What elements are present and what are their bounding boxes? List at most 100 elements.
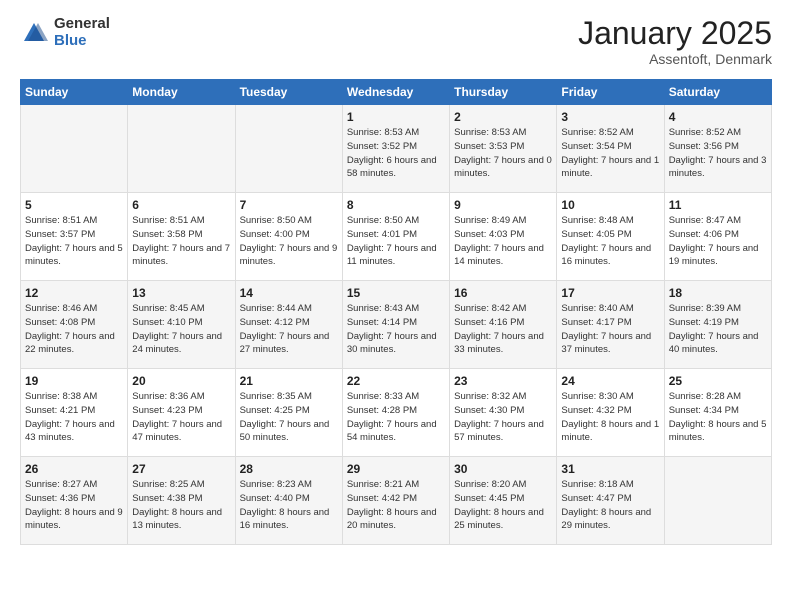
- logo-blue-text: Blue: [54, 33, 110, 50]
- day-cell: 20 Sunrise: 8:36 AM Sunset: 4:23 PM Dayli…: [128, 369, 235, 457]
- col-sunday: Sunday: [21, 80, 128, 105]
- week-row-1: 1Sunrise: 8:53 AM Sunset: 3:52 PM Daylig…: [21, 105, 772, 193]
- day-number: 29: [347, 462, 445, 476]
- day-cell: 19Sunrise: 8:38 AM Sunset: 4:21 PM Dayli…: [21, 369, 128, 457]
- day-number: 23: [454, 374, 552, 388]
- day-cell: 10 Sunrise: 8:48 AM Sunset: 4:05 PM Dayli…: [557, 193, 664, 281]
- day-number: 13: [132, 286, 230, 300]
- logo: General Blue: [20, 16, 110, 49]
- day-cell: 25 Sunrise: 8:28 AM Sunset: 4:34 PM Dayli…: [664, 369, 771, 457]
- week-row-3: 12 Sunrise: 8:46 AM Sunset: 4:08 PM Dayli…: [21, 281, 772, 369]
- day-cell: [21, 105, 128, 193]
- day-cell: 21 Sunrise: 8:35 AM Sunset: 4:25 PM Dayli…: [235, 369, 342, 457]
- day-cell: 7 Sunrise: 8:50 AM Sunset: 4:00 PM Daylig…: [235, 193, 342, 281]
- day-number: 28: [240, 462, 338, 476]
- title-location: Assentoft, Denmark: [578, 51, 772, 67]
- day-cell: [128, 105, 235, 193]
- day-cell: 11 Sunrise: 8:47 AM Sunset: 4:06 PM Dayli…: [664, 193, 771, 281]
- day-number: 5: [25, 198, 123, 212]
- day-info: Sunrise: 8:32 AM Sunset: 4:30 PM Dayligh…: [454, 390, 552, 445]
- day-cell: 9 Sunrise: 8:49 AM Sunset: 4:03 PM Daylig…: [450, 193, 557, 281]
- day-info: Sunrise: 8:39 AM Sunset: 4:19 PM Dayligh…: [669, 302, 767, 357]
- header-row: Sunday Monday Tuesday Wednesday Thursday…: [21, 80, 772, 105]
- logo-icon: [20, 19, 48, 47]
- day-cell: 6Sunrise: 8:51 AM Sunset: 3:58 PM Daylig…: [128, 193, 235, 281]
- calendar-table: Sunday Monday Tuesday Wednesday Thursday…: [20, 79, 772, 545]
- title-block: January 2025 Assentoft, Denmark: [578, 16, 772, 67]
- day-cell: 12 Sunrise: 8:46 AM Sunset: 4:08 PM Dayli…: [21, 281, 128, 369]
- day-number: 17: [561, 286, 659, 300]
- day-cell: 23 Sunrise: 8:32 AM Sunset: 4:30 PM Dayli…: [450, 369, 557, 457]
- day-cell: 22 Sunrise: 8:33 AM Sunset: 4:28 PM Dayli…: [342, 369, 449, 457]
- day-cell: 18 Sunrise: 8:39 AM Sunset: 4:19 PM Dayli…: [664, 281, 771, 369]
- day-info: Sunrise: 8:47 AM Sunset: 4:06 PM Dayligh…: [669, 214, 767, 269]
- day-info: Sunrise: 8:49 AM Sunset: 4:03 PM Dayligh…: [454, 214, 552, 269]
- day-number: 25: [669, 374, 767, 388]
- day-number: 14: [240, 286, 338, 300]
- day-info: Sunrise: 8:53 AM Sunset: 3:53 PM Dayligh…: [454, 126, 552, 181]
- day-cell: 8 Sunrise: 8:50 AM Sunset: 4:01 PM Daylig…: [342, 193, 449, 281]
- day-number: 26: [25, 462, 123, 476]
- title-month: January 2025: [578, 16, 772, 51]
- week-row-4: 19Sunrise: 8:38 AM Sunset: 4:21 PM Dayli…: [21, 369, 772, 457]
- day-cell: 29 Sunrise: 8:21 AM Sunset: 4:42 PM Dayli…: [342, 457, 449, 545]
- day-cell: [235, 105, 342, 193]
- day-number: 7: [240, 198, 338, 212]
- day-info: Sunrise: 8:48 AM Sunset: 4:05 PM Dayligh…: [561, 214, 659, 269]
- day-info: Sunrise: 8:18 AM Sunset: 4:47 PM Dayligh…: [561, 478, 659, 533]
- day-number: 9: [454, 198, 552, 212]
- day-info: Sunrise: 8:46 AM Sunset: 4:08 PM Dayligh…: [25, 302, 123, 357]
- day-number: 12: [25, 286, 123, 300]
- day-cell: 1Sunrise: 8:53 AM Sunset: 3:52 PM Daylig…: [342, 105, 449, 193]
- day-cell: 31Sunrise: 8:18 AM Sunset: 4:47 PM Dayli…: [557, 457, 664, 545]
- day-info: Sunrise: 8:30 AM Sunset: 4:32 PM Dayligh…: [561, 390, 659, 445]
- day-cell: 14 Sunrise: 8:44 AM Sunset: 4:12 PM Dayli…: [235, 281, 342, 369]
- day-number: 30: [454, 462, 552, 476]
- day-cell: 15Sunrise: 8:43 AM Sunset: 4:14 PM Dayli…: [342, 281, 449, 369]
- day-info: Sunrise: 8:43 AM Sunset: 4:14 PM Dayligh…: [347, 302, 445, 357]
- col-monday: Monday: [128, 80, 235, 105]
- day-number: 8: [347, 198, 445, 212]
- day-info: Sunrise: 8:21 AM Sunset: 4:42 PM Dayligh…: [347, 478, 445, 533]
- day-number: 10: [561, 198, 659, 212]
- day-number: 11: [669, 198, 767, 212]
- day-number: 24: [561, 374, 659, 388]
- day-info: Sunrise: 8:52 AM Sunset: 3:56 PM Dayligh…: [669, 126, 767, 181]
- day-cell: 30Sunrise: 8:20 AM Sunset: 4:45 PM Dayli…: [450, 457, 557, 545]
- day-cell: [664, 457, 771, 545]
- day-info: Sunrise: 8:36 AM Sunset: 4:23 PM Dayligh…: [132, 390, 230, 445]
- day-info: Sunrise: 8:44 AM Sunset: 4:12 PM Dayligh…: [240, 302, 338, 357]
- day-cell: 16 Sunrise: 8:42 AM Sunset: 4:16 PM Dayli…: [450, 281, 557, 369]
- day-info: Sunrise: 8:35 AM Sunset: 4:25 PM Dayligh…: [240, 390, 338, 445]
- col-saturday: Saturday: [664, 80, 771, 105]
- day-cell: 3Sunrise: 8:52 AM Sunset: 3:54 PM Daylig…: [557, 105, 664, 193]
- day-cell: 4 Sunrise: 8:52 AM Sunset: 3:56 PM Daylig…: [664, 105, 771, 193]
- col-wednesday: Wednesday: [342, 80, 449, 105]
- day-number: 20: [132, 374, 230, 388]
- day-info: Sunrise: 8:50 AM Sunset: 4:00 PM Dayligh…: [240, 214, 338, 269]
- day-info: Sunrise: 8:53 AM Sunset: 3:52 PM Dayligh…: [347, 126, 445, 181]
- page: General Blue January 2025 Assentoft, Den…: [0, 0, 792, 565]
- day-info: Sunrise: 8:51 AM Sunset: 3:57 PM Dayligh…: [25, 214, 123, 269]
- day-info: Sunrise: 8:33 AM Sunset: 4:28 PM Dayligh…: [347, 390, 445, 445]
- day-info: Sunrise: 8:51 AM Sunset: 3:58 PM Dayligh…: [132, 214, 230, 269]
- day-number: 22: [347, 374, 445, 388]
- day-number: 19: [25, 374, 123, 388]
- day-info: Sunrise: 8:25 AM Sunset: 4:38 PM Dayligh…: [132, 478, 230, 533]
- day-info: Sunrise: 8:28 AM Sunset: 4:34 PM Dayligh…: [669, 390, 767, 445]
- week-row-2: 5 Sunrise: 8:51 AM Sunset: 3:57 PM Daylig…: [21, 193, 772, 281]
- day-number: 16: [454, 286, 552, 300]
- logo-general-text: General: [54, 16, 110, 33]
- col-thursday: Thursday: [450, 80, 557, 105]
- day-number: 18: [669, 286, 767, 300]
- day-cell: 2Sunrise: 8:53 AM Sunset: 3:53 PM Daylig…: [450, 105, 557, 193]
- day-number: 21: [240, 374, 338, 388]
- day-cell: 13Sunrise: 8:45 AM Sunset: 4:10 PM Dayli…: [128, 281, 235, 369]
- day-number: 4: [669, 110, 767, 124]
- week-row-5: 26Sunrise: 8:27 AM Sunset: 4:36 PM Dayli…: [21, 457, 772, 545]
- day-info: Sunrise: 8:42 AM Sunset: 4:16 PM Dayligh…: [454, 302, 552, 357]
- day-info: Sunrise: 8:50 AM Sunset: 4:01 PM Dayligh…: [347, 214, 445, 269]
- day-cell: 17Sunrise: 8:40 AM Sunset: 4:17 PM Dayli…: [557, 281, 664, 369]
- day-number: 27: [132, 462, 230, 476]
- col-friday: Friday: [557, 80, 664, 105]
